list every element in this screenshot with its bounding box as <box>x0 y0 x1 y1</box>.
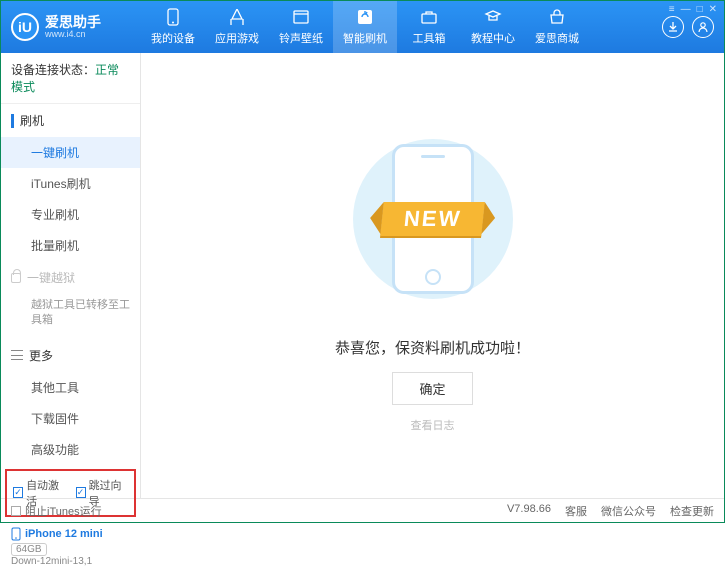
checkbox-icon <box>11 506 21 516</box>
nav-tutorials[interactable]: 教程中心 <box>461 1 525 53</box>
lock-icon <box>11 273 21 283</box>
phone-icon <box>11 527 21 541</box>
new-banner: NEW <box>380 202 485 236</box>
sidebar-item-batch-flash[interactable]: 批量刷机 <box>1 230 140 261</box>
view-log-link[interactable]: 查看日志 <box>411 417 455 433</box>
confirm-button[interactable]: 确定 <box>392 372 472 405</box>
logo-icon: iU <box>11 13 39 41</box>
wechat-link[interactable]: 微信公众号 <box>601 503 656 519</box>
section-flash[interactable]: 刷机 <box>1 104 140 137</box>
minimize-icon[interactable]: — <box>681 4 691 15</box>
success-message: 恭喜您，保资料刷机成功啦！ <box>335 337 530 358</box>
nav-label: 智能刷机 <box>343 30 387 46</box>
main-nav: 我的设备 应用游戏 铃声壁纸 智能刷机 工具箱 教程中心 爱思商城 <box>141 1 589 53</box>
sidebar-item-itunes-flash[interactable]: iTunes刷机 <box>1 168 140 199</box>
section-title: 一键越狱 <box>27 269 75 286</box>
toolbox-icon <box>420 8 438 26</box>
block-itunes-checkbox[interactable]: 阻止iTunes运行 <box>11 503 102 519</box>
titlebar: iU 爱思助手 www.i4.cn 我的设备 应用游戏 铃声壁纸 智能刷机 工具… <box>1 1 724 53</box>
nav-store[interactable]: 爱思商城 <box>525 1 589 53</box>
section-title: 刷机 <box>20 112 44 129</box>
check-icon: ✓ <box>13 487 23 498</box>
menu-icon <box>11 350 23 360</box>
device-panel[interactable]: iPhone 12 mini 64GB Down-12mini-13,1 <box>1 521 140 573</box>
menu-icon[interactable]: ≡ <box>669 4 675 15</box>
nav-label: 铃声壁纸 <box>279 30 323 46</box>
sidebar-item-pro-flash[interactable]: 专业刷机 <box>1 199 140 230</box>
section-more[interactable]: 更多 <box>1 339 140 372</box>
close-icon[interactable]: ✕ <box>709 4 717 15</box>
nav-label: 我的设备 <box>151 30 195 46</box>
nav-label: 教程中心 <box>471 30 515 46</box>
sb-label: 阻止iTunes运行 <box>25 503 102 519</box>
device-storage: 64GB <box>11 543 47 556</box>
maximize-icon[interactable]: □ <box>697 4 703 15</box>
logo-area: iU 爱思助手 www.i4.cn <box>1 13 141 41</box>
sidebar-item-download-firmware[interactable]: 下载固件 <box>1 403 140 434</box>
flash-icon <box>356 8 374 26</box>
sidebar: 设备连接状态：正常模式 刷机 一键刷机 iTunes刷机 专业刷机 批量刷机 一… <box>1 53 141 498</box>
apps-icon <box>228 8 246 26</box>
wallpaper-icon <box>292 8 310 26</box>
connection-status: 设备连接状态：正常模式 <box>1 53 140 104</box>
window-controls: ≡ — □ ✕ <box>669 4 717 15</box>
section-title: 更多 <box>29 347 53 364</box>
app-url: www.i4.cn <box>45 29 101 39</box>
nav-apps[interactable]: 应用游戏 <box>205 1 269 53</box>
success-graphic: NEW <box>333 119 533 319</box>
bar-icon <box>11 114 14 128</box>
sidebar-item-other-tools[interactable]: 其他工具 <box>1 372 140 403</box>
device-name: iPhone 12 mini <box>11 527 130 541</box>
phone-icon <box>164 8 182 26</box>
sidebar-item-oneclick-flash[interactable]: 一键刷机 <box>1 137 140 168</box>
account-button[interactable] <box>692 16 714 38</box>
titlebar-right <box>662 16 724 38</box>
nav-ringtones[interactable]: 铃声壁纸 <box>269 1 333 53</box>
main-content: NEW 恭喜您，保资料刷机成功啦！ 确定 查看日志 <box>141 53 724 498</box>
check-icon: ✓ <box>76 487 86 498</box>
nav-smart-flash[interactable]: 智能刷机 <box>333 1 397 53</box>
update-link[interactable]: 检查更新 <box>670 503 714 519</box>
nav-label: 工具箱 <box>413 30 446 46</box>
nav-label: 应用游戏 <box>215 30 259 46</box>
conn-label: 设备连接状态： <box>11 63 95 77</box>
app-name: 爱思助手 <box>45 15 101 29</box>
download-button[interactable] <box>662 16 684 38</box>
tutorial-icon <box>484 8 502 26</box>
store-icon <box>548 8 566 26</box>
section-jailbreak: 一键越狱 <box>1 261 140 294</box>
nav-label: 爱思商城 <box>535 30 579 46</box>
version-label: V7.98.66 <box>507 503 551 519</box>
nav-my-device[interactable]: 我的设备 <box>141 1 205 53</box>
device-sub: Down-12mini-13,1 <box>11 556 130 567</box>
jailbreak-note: 越狱工具已转移至工具箱 <box>1 294 140 339</box>
sidebar-item-advanced[interactable]: 高级功能 <box>1 434 140 465</box>
nav-toolbox[interactable]: 工具箱 <box>397 1 461 53</box>
service-link[interactable]: 客服 <box>565 503 587 519</box>
